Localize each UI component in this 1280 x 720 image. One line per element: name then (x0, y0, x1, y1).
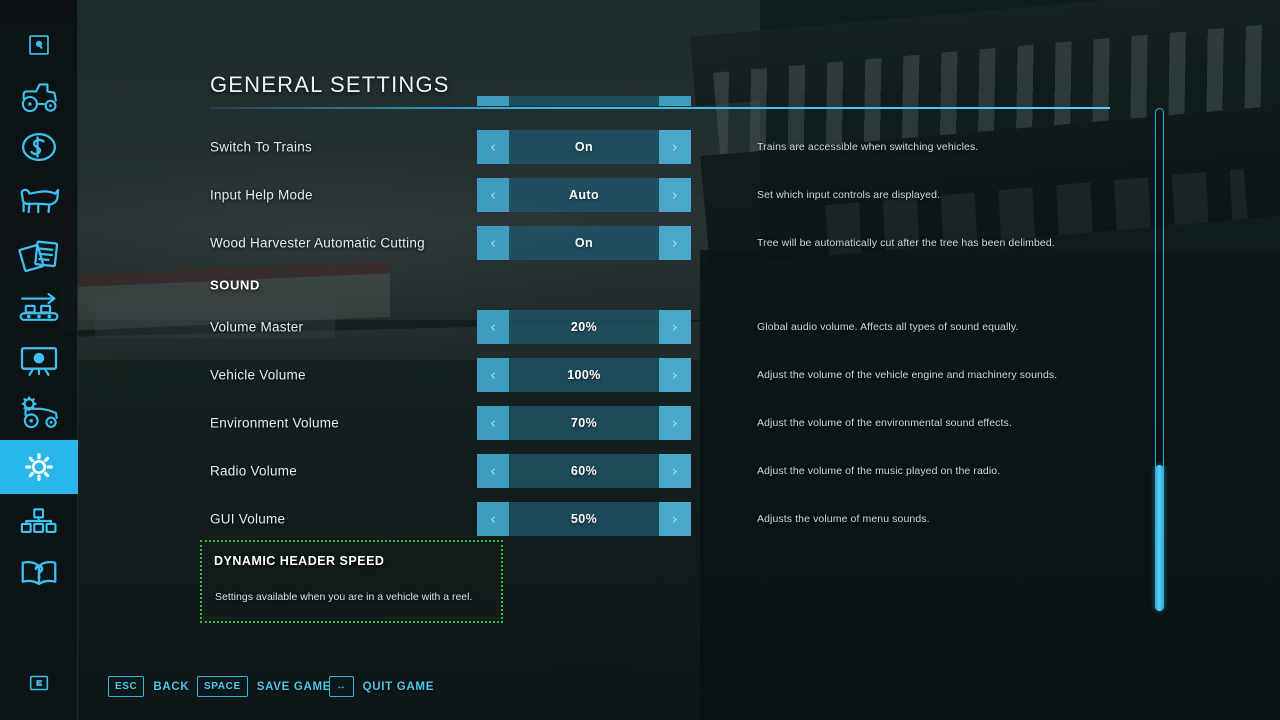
row-description: Global audio volume. Affects all types o… (757, 321, 1019, 333)
action-hint-back[interactable]: ESC Back (108, 676, 189, 697)
option-value: On (574, 140, 594, 154)
chevron-right-icon[interactable]: › (659, 406, 691, 440)
row-description: Set which input controls are displayed. (757, 189, 941, 201)
settings-row: Environment Volume ‹ 70% › Adjust the vo… (0, 403, 1160, 443)
bottom-action-bar: ESC Back SPACE Save Game ↔ Quit Game (0, 658, 1280, 720)
option-selector[interactable]: ‹ 20% › (477, 310, 691, 344)
help-book-icon (18, 556, 60, 590)
option-selector[interactable]: ‹ 100% › (477, 358, 691, 392)
chevron-right-icon[interactable]: › (659, 454, 691, 488)
hint-box-text: Settings available when you are in a veh… (215, 591, 473, 603)
chevron-right-icon[interactable]: › (659, 502, 691, 536)
option-value: 70% (570, 416, 598, 430)
action-hint-save-game[interactable]: SPACE Save Game (197, 676, 331, 697)
section-title: Sound (210, 277, 260, 293)
row-label: GUI Volume (210, 511, 286, 527)
action-hint-quit-game[interactable]: ↔ Quit Game (329, 676, 434, 697)
option-value: 60% (570, 464, 598, 478)
row-description: Adjust the volume of the environmental s… (757, 417, 1012, 429)
row-label: Input Help Mode (210, 187, 313, 203)
option-value: 100% (567, 368, 601, 382)
row-description: Adjust the volume of the music played on… (757, 465, 1001, 477)
row-description: Trains are accessible when switching veh… (757, 141, 979, 153)
option-selector[interactable]: ‹ 60% › (477, 454, 691, 488)
option-value: On (574, 236, 594, 250)
option-selector[interactable]: ‹ On › (477, 226, 691, 260)
option-selector[interactable]: ‹ Auto › (477, 178, 691, 212)
option-value: 50% (570, 512, 598, 526)
key-cap-space: SPACE (197, 676, 248, 697)
action-label-quit-game: Quit Game (362, 680, 435, 693)
option-value: Auto (568, 188, 600, 202)
settings-row: Switch To Trains ‹ On › Trains are acces… (0, 127, 1160, 167)
row-label: Vehicle Volume (210, 367, 306, 383)
settings-row: Vehicle Volume ‹ 100% › Adjust the volum… (0, 355, 1160, 395)
key-cap-esc: ESC (108, 676, 145, 697)
settings-row: Volume Master ‹ 20% › Global audio volum… (0, 307, 1160, 347)
chevron-right-icon[interactable]: › (659, 358, 691, 392)
settings-section-header: Sound (0, 265, 1160, 305)
key-q-icon (25, 31, 53, 59)
chevron-right-icon[interactable]: › (659, 178, 691, 212)
sidebar-item-key-q-badge[interactable] (0, 18, 78, 72)
chevron-right-icon[interactable]: › (659, 226, 691, 260)
dynamic-header-speed-hint-box: Dynamic Header Speed Settings available … (200, 540, 503, 623)
option-selector[interactable]: ‹ 70% › (477, 406, 691, 440)
action-label-back: Back (153, 680, 190, 693)
chevron-left-icon[interactable]: ‹ (477, 502, 509, 536)
chevron-left-icon[interactable]: ‹ (477, 226, 509, 260)
option-selector[interactable]: ‹ On › (477, 130, 691, 164)
settings-row: Radio Volume ‹ 60% › Adjust the volume o… (0, 451, 1160, 491)
chevron-left-icon[interactable]: ‹ (477, 178, 509, 212)
option-value: 20% (570, 320, 598, 334)
row-label: Radio Volume (210, 463, 298, 479)
chevron-right-icon[interactable]: › (659, 130, 691, 164)
page-title: General Settings (210, 72, 450, 97)
chevron-left-icon[interactable]: ‹ (477, 358, 509, 392)
chevron-left-icon[interactable]: ‹ (477, 406, 509, 440)
key-cap-arrows: ↔ (329, 676, 354, 697)
sidebar-item-help[interactable] (0, 546, 78, 600)
hint-box-title: Dynamic Header Speed (214, 554, 385, 568)
option-selector[interactable]: ‹ 50% › (477, 502, 691, 536)
settings-row: GUI Volume ‹ 50% › Adjusts the volume of… (0, 499, 1160, 539)
action-label-save-game: Save Game (256, 680, 332, 693)
chevron-right-icon[interactable]: › (659, 310, 691, 344)
chevron-left-icon[interactable]: ‹ (477, 310, 509, 344)
chevron-left-icon[interactable]: ‹ (477, 454, 509, 488)
chevron-left-icon[interactable]: ‹ (477, 130, 509, 164)
row-label: Volume Master (210, 319, 304, 335)
row-label: Switch To Trains (210, 139, 313, 155)
row-description: Tree will be automatically cut after the… (757, 237, 1055, 249)
row-description: Adjusts the volume of menu sounds. (757, 513, 930, 525)
settings-list: Switch To Trains ‹ On › Trains are acces… (0, 96, 1160, 546)
settings-row: Input Help Mode ‹ Auto › Set which input… (0, 175, 1160, 215)
row-description: Adjust the volume of the vehicle engine … (757, 369, 1058, 381)
row-label: Wood Harvester Automatic Cutting (210, 235, 425, 251)
row-label: Environment Volume (210, 415, 340, 431)
scrollbar-thumb[interactable] (1155, 465, 1164, 611)
settings-row: Wood Harvester Automatic Cutting ‹ On › … (0, 223, 1160, 263)
